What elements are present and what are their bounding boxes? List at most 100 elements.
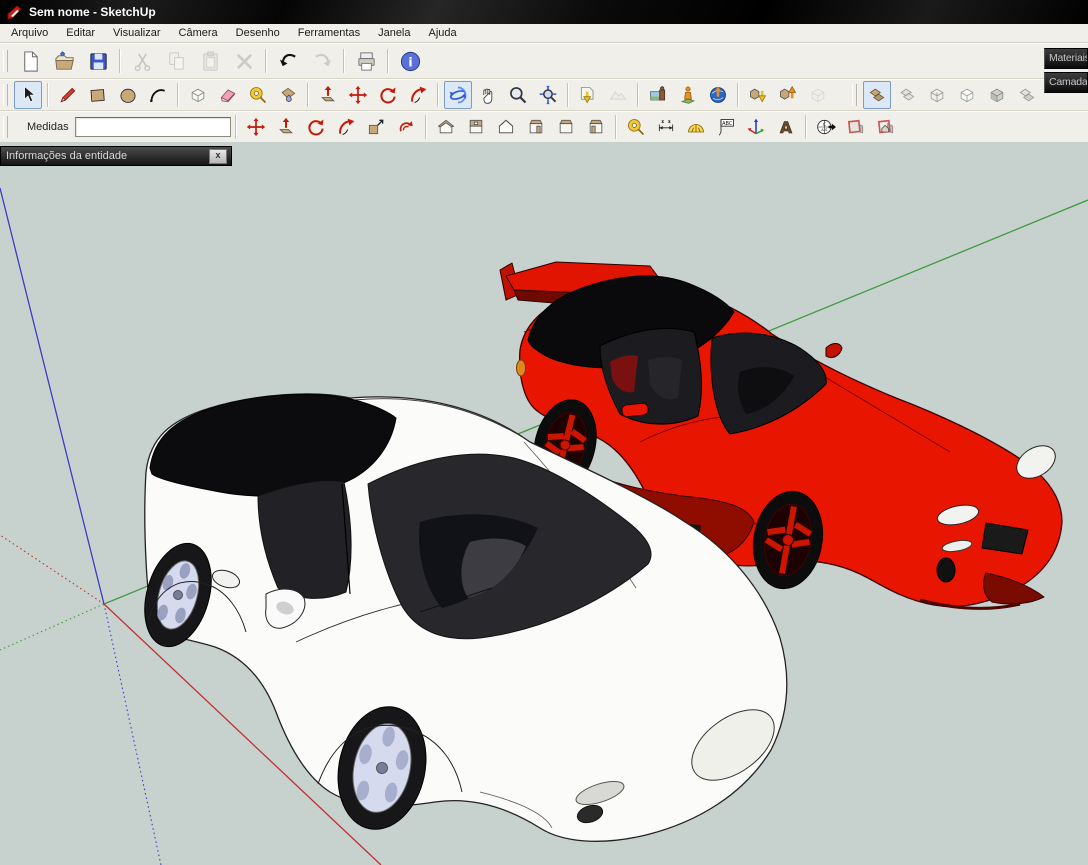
print-icon	[355, 50, 378, 73]
push-pull-button[interactable]	[314, 81, 342, 109]
get-current-view-button[interactable]	[574, 81, 602, 109]
model-info-button[interactable]	[394, 46, 426, 76]
toolbar-separator	[47, 83, 49, 107]
measurements-input[interactable]	[75, 117, 231, 137]
display-section-planes-button[interactable]	[842, 113, 870, 141]
orbit-button[interactable]	[444, 81, 472, 109]
menu-ferramentas[interactable]: Ferramentas	[289, 26, 369, 40]
axes-button[interactable]	[742, 113, 770, 141]
follow-me-button[interactable]	[332, 113, 360, 141]
toolbar-grip[interactable]	[3, 116, 8, 138]
new-button[interactable]	[14, 46, 46, 76]
toolbar-separator	[737, 83, 739, 107]
tape-measure-button[interactable]	[244, 81, 272, 109]
push-pull-button[interactable]	[272, 113, 300, 141]
window-titlebar[interactable]: Sem nome - SketchUp	[0, 0, 1088, 24]
entity-info-close-icon[interactable]: x	[209, 149, 227, 164]
toolbar-separator	[437, 83, 439, 107]
zoom-icon	[508, 85, 528, 105]
view-top-button[interactable]	[462, 113, 490, 141]
fs-xray-icon	[897, 85, 917, 105]
move-button[interactable]	[344, 81, 372, 109]
menu-arquivo[interactable]: Arquivo	[2, 26, 57, 40]
tape-measure-button[interactable]	[622, 113, 650, 141]
paste-button	[194, 46, 226, 76]
preview-in-google-earth-button[interactable]	[704, 81, 732, 109]
materials-panel-titlebar[interactable]: Materiais	[1044, 48, 1088, 69]
view-left-button[interactable]	[582, 113, 610, 141]
section-plane-icon	[816, 117, 836, 137]
get-models-button[interactable]	[744, 81, 772, 109]
share-component-button	[804, 81, 832, 109]
shaded-button[interactable]	[983, 81, 1011, 109]
protractor-button[interactable]	[682, 113, 710, 141]
wireframe-button[interactable]	[923, 81, 951, 109]
zoom-extents-button[interactable]	[534, 81, 562, 109]
menu-ajuda[interactable]: Ajuda	[420, 26, 466, 40]
toolbar-separator	[343, 49, 345, 73]
display-section-cuts-button[interactable]	[872, 113, 900, 141]
hidden-line-button[interactable]	[953, 81, 981, 109]
select-button[interactable]	[14, 81, 42, 109]
rectangle-button[interactable]	[84, 81, 112, 109]
fs-textured-icon	[867, 85, 887, 105]
rotate-button[interactable]	[302, 113, 330, 141]
view-back-button[interactable]	[552, 113, 580, 141]
arc-tool-icon	[148, 85, 168, 105]
folder-open-icon	[53, 50, 76, 73]
monochrome-button[interactable]	[1013, 81, 1041, 109]
view-top-icon	[466, 117, 486, 137]
entity-info-panel-titlebar[interactable]: Informações da entidade x	[0, 146, 232, 166]
orbit-icon	[448, 85, 468, 105]
toolbar-separator	[119, 49, 121, 73]
arc-button[interactable]	[144, 81, 172, 109]
scale-button[interactable]	[362, 113, 390, 141]
open-button[interactable]	[48, 46, 80, 76]
menu-visualizar[interactable]: Visualizar	[104, 26, 170, 40]
dimension-button[interactable]	[652, 113, 680, 141]
text-button[interactable]	[712, 113, 740, 141]
layers-panel-titlebar[interactable]: Camadas	[1044, 72, 1088, 93]
pan-button[interactable]	[474, 81, 502, 109]
line-button[interactable]	[54, 81, 82, 109]
toolbar-grip[interactable]	[3, 84, 8, 106]
menu-janela[interactable]: Janela	[369, 26, 419, 40]
view-iso-button[interactable]	[432, 113, 460, 141]
view-front-button[interactable]	[492, 113, 520, 141]
model-info-icon	[399, 50, 422, 73]
make-component-button[interactable]	[184, 81, 212, 109]
toolbar-grip[interactable]	[3, 50, 8, 72]
cut-button	[126, 46, 158, 76]
add-new-building-button[interactable]	[674, 81, 702, 109]
pan-icon	[478, 85, 498, 105]
3d-text-button[interactable]	[772, 113, 800, 141]
menu-camera[interactable]: Câmera	[170, 26, 227, 40]
undo-button[interactable]	[272, 46, 304, 76]
toolbar-separator	[637, 83, 639, 107]
share-models-button[interactable]	[774, 81, 802, 109]
zoom-button[interactable]	[504, 81, 532, 109]
save-button[interactable]	[82, 46, 114, 76]
fs-wireframe-icon	[927, 85, 947, 105]
shaded-with-textures-button[interactable]	[863, 81, 891, 109]
rotate-button[interactable]	[374, 81, 402, 109]
paint-bucket-button[interactable]	[274, 81, 302, 109]
follow-me-button[interactable]	[404, 81, 432, 109]
rotate-icon	[378, 85, 398, 105]
toolbar-separator	[307, 83, 309, 107]
print-button[interactable]	[350, 46, 382, 76]
move-button[interactable]	[242, 113, 270, 141]
modeling-viewport[interactable]	[0, 142, 1088, 865]
eraser-button[interactable]	[214, 81, 242, 109]
photo-textures-button[interactable]	[644, 81, 672, 109]
x-ray-button[interactable]	[893, 81, 921, 109]
section-plane-button[interactable]	[812, 113, 840, 141]
menu-editar[interactable]: Editar	[57, 26, 104, 40]
view-right-button[interactable]	[522, 113, 550, 141]
offset-button[interactable]	[392, 113, 420, 141]
circle-button[interactable]	[114, 81, 142, 109]
menu-desenho[interactable]: Desenho	[227, 26, 289, 40]
viewport-canvas[interactable]	[0, 142, 1088, 865]
toolbar-grip[interactable]	[852, 84, 857, 106]
fs-mono-icon	[1017, 85, 1037, 105]
